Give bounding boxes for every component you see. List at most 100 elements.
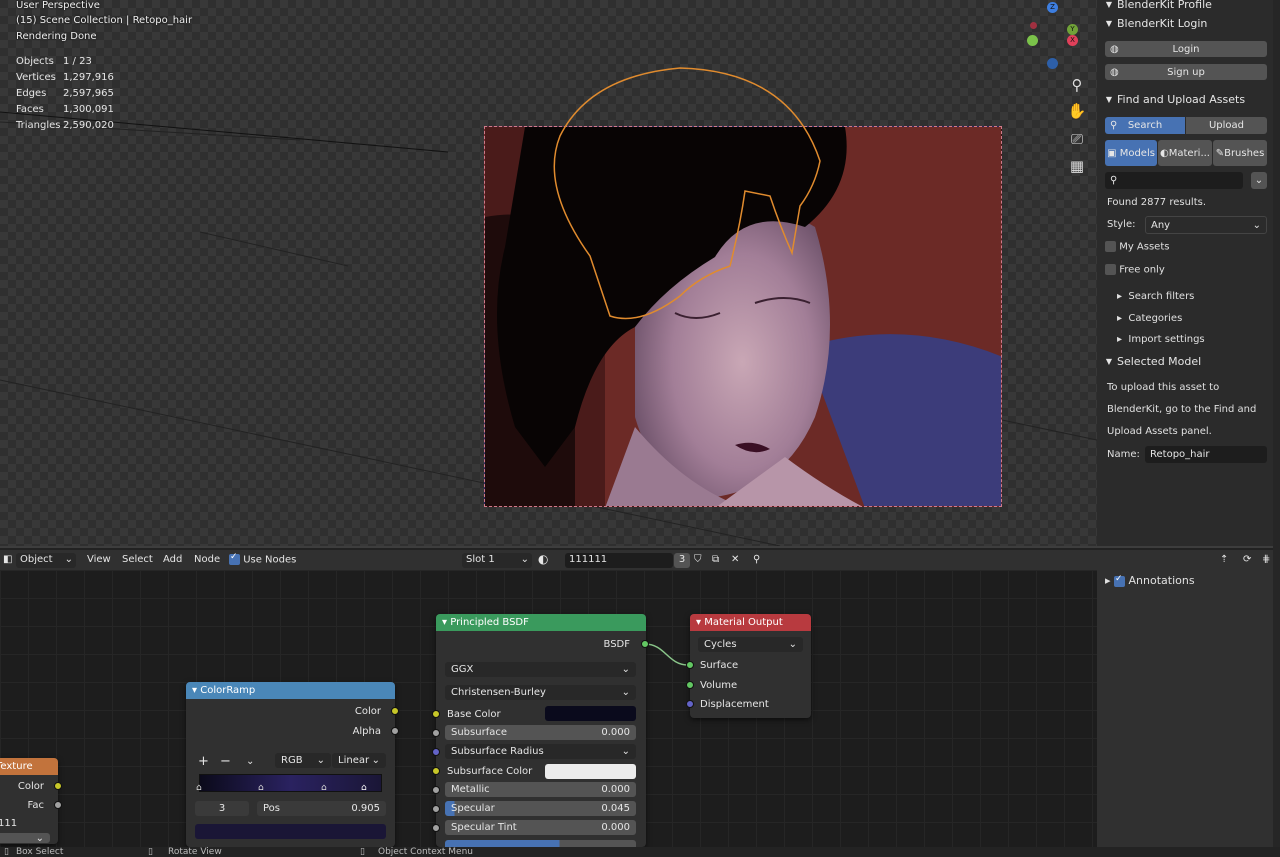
ramp-stop-handle-active[interactable]: ⌂ bbox=[361, 783, 367, 793]
input-socket-displacement[interactable] bbox=[686, 700, 694, 708]
input-socket[interactable] bbox=[432, 824, 440, 832]
gizmo-x-axis[interactable]: X bbox=[1067, 35, 1078, 46]
color-ramp-gradient[interactable]: ⌂ ⌂ ⌂ ⌂ bbox=[196, 774, 382, 793]
metallic-field[interactable]: Metallic 0.000 bbox=[445, 782, 636, 797]
3d-viewport[interactable]: User Perspective (15) Scene Collection |… bbox=[0, 0, 1097, 546]
snap-icon[interactable]: ⟳ bbox=[1243, 554, 1251, 565]
model-name-field[interactable]: Retopo_hair bbox=[1145, 446, 1267, 463]
signup-button[interactable]: ◍ Sign up bbox=[1105, 64, 1267, 80]
menu-view[interactable]: View bbox=[87, 554, 111, 565]
categories-subpanel[interactable]: ▸ Categories bbox=[1117, 313, 1182, 324]
input-socket[interactable] bbox=[432, 710, 440, 718]
gizmo-z-axis[interactable]: Z bbox=[1047, 2, 1058, 13]
menu-node[interactable]: Node bbox=[194, 554, 220, 565]
slot-dropdown[interactable]: Slot 1 ⌄ bbox=[462, 553, 532, 568]
principled-bsdf-node[interactable]: ▾ Principled BSDF BSDF GGX ⌄ Christensen-… bbox=[432, 614, 649, 847]
input-socket-volume[interactable] bbox=[686, 681, 694, 689]
output-socket-bsdf[interactable] bbox=[641, 640, 649, 648]
search-options-button[interactable]: ⌄ bbox=[1251, 172, 1267, 189]
node-title[interactable]: ▾ ColorRamp bbox=[186, 682, 395, 699]
login-panel-header[interactable]: ▼ BlenderKit Login bbox=[1101, 13, 1269, 33]
distribution-dropdown[interactable]: GGX ⌄ bbox=[445, 662, 636, 677]
material-output-node[interactable]: ▾ Material Output Cycles ⌄ Surface Volume… bbox=[686, 614, 811, 718]
import-settings-subpanel[interactable]: ▸ Import settings bbox=[1117, 334, 1205, 345]
find-upload-panel-header[interactable]: ▼ Find and Upload Assets bbox=[1101, 89, 1269, 109]
sidebar-tabs[interactable] bbox=[1273, 0, 1280, 857]
annotations-panel-header[interactable]: ▸ Annotations bbox=[1105, 574, 1195, 588]
subsurface-method-dropdown[interactable]: Christensen-Burley ⌄ bbox=[445, 685, 636, 700]
input-socket[interactable] bbox=[432, 786, 440, 794]
login-button[interactable]: ◍ Login bbox=[1105, 41, 1267, 57]
input-socket[interactable] bbox=[432, 767, 440, 775]
material-name-field[interactable]: 111111 bbox=[565, 553, 673, 568]
checkbox-box[interactable] bbox=[1105, 264, 1116, 275]
style-dropdown[interactable]: Any ⌄ bbox=[1145, 216, 1267, 234]
active-stop-index[interactable]: 3 bbox=[195, 801, 249, 816]
collapse-icon[interactable]: ▾ bbox=[696, 617, 701, 628]
checkbox-box[interactable] bbox=[229, 552, 240, 565]
zoom-icon[interactable]: ⚲ bbox=[1066, 74, 1088, 96]
output-socket-alpha[interactable] bbox=[391, 727, 399, 735]
output-socket-color[interactable] bbox=[54, 782, 62, 790]
input-socket-surface[interactable] bbox=[686, 661, 694, 669]
pin-icon[interactable]: ⚲ bbox=[753, 554, 760, 565]
checkbox-box[interactable] bbox=[1114, 574, 1126, 587]
texture-node[interactable]: Texture Color Fac 111 ⌄ bbox=[0, 758, 62, 844]
output-socket-color[interactable] bbox=[391, 707, 399, 715]
specular-tint-field[interactable]: Specular Tint 0.000 bbox=[445, 820, 636, 835]
node-title[interactable]: ▾ Material Output bbox=[690, 614, 811, 631]
gizmo-neg-x-axis[interactable] bbox=[1030, 22, 1037, 29]
gizmo-neg-z-axis[interactable] bbox=[1047, 58, 1058, 69]
stop-color-swatch[interactable] bbox=[195, 824, 386, 839]
ramp-stop-handle[interactable]: ⌂ bbox=[258, 783, 264, 793]
subsurface-field[interactable]: Subsurface 0.000 bbox=[445, 725, 636, 740]
material-sphere-icon[interactable]: ◐ bbox=[538, 552, 548, 566]
chevron-down-icon[interactable]: ⌄ bbox=[246, 753, 254, 769]
ramp-stop-handle[interactable]: ⌂ bbox=[321, 783, 327, 793]
asset-type-brushes[interactable]: ✎ Brushes bbox=[1213, 140, 1267, 166]
texture-dropdown[interactable]: ⌄ bbox=[0, 833, 50, 844]
interpolation-dropdown[interactable]: Linear ⌄ bbox=[332, 753, 386, 768]
asset-type-models[interactable]: ▣ Models bbox=[1105, 140, 1157, 166]
gizmo-y-axis[interactable]: Y bbox=[1067, 24, 1078, 35]
free-only-checkbox[interactable]: Free only bbox=[1105, 264, 1165, 276]
collapse-icon[interactable]: ▾ bbox=[442, 617, 447, 628]
upload-tab[interactable]: Upload bbox=[1186, 117, 1267, 134]
render-target-dropdown[interactable]: Cycles ⌄ bbox=[698, 637, 803, 652]
input-socket[interactable] bbox=[432, 729, 440, 737]
asset-search-input[interactable]: ⚲ bbox=[1105, 172, 1243, 189]
overlay-icon[interactable]: ⋕ bbox=[1262, 554, 1270, 565]
node-title[interactable]: Texture bbox=[0, 758, 58, 775]
specular-field[interactable]: Specular 0.045 bbox=[445, 801, 636, 816]
node-title[interactable]: ▾ Principled BSDF bbox=[436, 614, 646, 631]
ramp-stop-handle[interactable]: ⌂ bbox=[196, 783, 202, 793]
selected-model-panel-header[interactable]: ▼ Selected Model bbox=[1101, 351, 1269, 371]
duplicate-icon[interactable]: ⧉ bbox=[712, 554, 719, 565]
editor-type-icon[interactable]: ◧ bbox=[3, 554, 12, 565]
asset-type-materials[interactable]: ◐ Materi... bbox=[1158, 140, 1212, 166]
object-mode-dropdown[interactable]: Object ⌄ bbox=[16, 553, 76, 568]
subsurface-radius-dropdown[interactable]: Subsurface Radius ⌄ bbox=[445, 744, 636, 759]
input-socket[interactable] bbox=[432, 805, 440, 813]
menu-select[interactable]: Select bbox=[122, 554, 153, 565]
checkbox-box[interactable] bbox=[1105, 241, 1116, 252]
search-tab[interactable]: ⚲ Search bbox=[1105, 117, 1185, 134]
hand-pan-icon[interactable]: ✋ bbox=[1066, 100, 1088, 122]
profile-panel-header[interactable]: ▼ BlenderKit Profile bbox=[1101, 0, 1269, 14]
fake-user-shield-icon[interactable]: ⛉ bbox=[694, 554, 702, 565]
node-editor-canvas[interactable]: Texture Color Fac 111 ⌄ ▾ ColorRamp Colo… bbox=[0, 570, 1097, 847]
collapse-icon[interactable]: ▾ bbox=[192, 685, 197, 696]
input-socket[interactable] bbox=[432, 748, 440, 756]
camera-icon[interactable]: ⎚ bbox=[1066, 128, 1088, 150]
colorramp-node[interactable]: ▾ ColorRamp Color Alpha + − ⌄ RGB ⌄ Linea… bbox=[186, 682, 399, 847]
use-nodes-checkbox[interactable]: Use Nodes bbox=[229, 552, 296, 566]
color-mode-dropdown[interactable]: RGB ⌄ bbox=[275, 753, 331, 768]
my-assets-checkbox[interactable]: My Assets bbox=[1105, 241, 1169, 253]
stop-position-field[interactable]: Pos 0.905 bbox=[257, 801, 386, 816]
add-stop-icon[interactable]: + bbox=[198, 753, 209, 769]
base-color-swatch[interactable] bbox=[545, 706, 636, 721]
search-filters-subpanel[interactable]: ▸ Search filters bbox=[1117, 291, 1194, 302]
output-socket-fac[interactable] bbox=[54, 801, 62, 809]
subsurface-color-swatch[interactable] bbox=[545, 764, 636, 779]
gizmo-neg-y-axis[interactable] bbox=[1027, 35, 1038, 46]
